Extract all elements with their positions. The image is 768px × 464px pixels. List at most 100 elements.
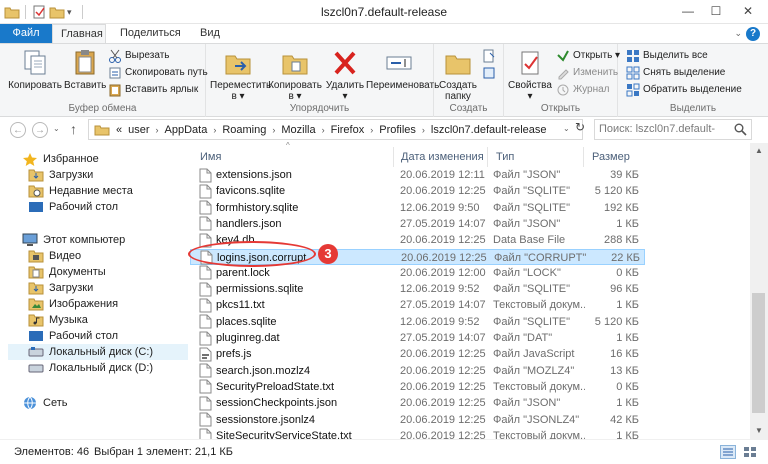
- table-row[interactable]: favicons.sqlite 20.06.2019 12:25 Файл "SQL…: [190, 183, 645, 199]
- sidebar-item-downloads-pc[interactable]: Загрузки: [28, 280, 93, 296]
- sidebar-item-pictures[interactable]: Изображения: [28, 296, 118, 312]
- file-size-cell: 1 КБ: [616, 397, 639, 410]
- tab-view[interactable]: Вид: [192, 24, 228, 44]
- sidebar-item-video[interactable]: Видео: [28, 248, 81, 264]
- ribbon-expand-icon[interactable]: ⌄: [734, 28, 742, 39]
- file-size-cell: 192 КБ: [603, 201, 639, 214]
- column-header-type[interactable]: Тип: [488, 147, 584, 167]
- column-header-date[interactable]: Дата изменения: [393, 147, 488, 167]
- table-row[interactable]: search.json.mozlz4 20.06.2019 12:25 Файл "…: [190, 363, 645, 379]
- breadcrumb-user[interactable]: user: [128, 124, 149, 136]
- properties-button[interactable]: Свойства ▾: [508, 48, 552, 102]
- column-header-size[interactable]: Размер: [584, 147, 646, 167]
- paste-shortcut-button[interactable]: Вставить ярлык: [108, 82, 198, 98]
- large-icons-view-icon[interactable]: [742, 445, 758, 459]
- search-input[interactable]: Поиск: lszcl0n7.default-release: [594, 119, 752, 154]
- select-none-button[interactable]: Снять выделение: [626, 65, 725, 81]
- help-icon[interactable]: ?: [746, 27, 760, 41]
- tab-share[interactable]: Поделиться: [112, 24, 189, 44]
- table-row[interactable]: places.sqlite 12.06.2019 9:52 Файл "SQLITE…: [190, 314, 645, 330]
- table-row[interactable]: extensions.json 20.06.2019 12:11 Файл "JSO…: [190, 167, 645, 183]
- up-button[interactable]: ↑: [70, 121, 77, 137]
- breadcrumb-firefox[interactable]: Firefox: [331, 124, 365, 136]
- recent-locations-chevron-icon[interactable]: ⌄: [53, 124, 60, 133]
- sidebar-item-music[interactable]: Музыка: [28, 312, 88, 328]
- sidebar-item-desktop-pc[interactable]: Рабочий стол: [28, 328, 118, 344]
- copy-path-button[interactable]: Скопировать путь: [108, 65, 208, 81]
- delete-button[interactable]: Удалить ▾: [324, 48, 366, 102]
- sidebar-item-favorites[interactable]: Избранное: [22, 151, 99, 167]
- sidebar-item-label: Рабочий стол: [49, 201, 119, 213]
- move-to-label-1: Переместить: [210, 80, 272, 91]
- breadcrumb-separator[interactable]: ›: [272, 125, 275, 135]
- breadcrumb-separator[interactable]: ›: [370, 125, 373, 135]
- table-row[interactable]: prefs.js 20.06.2019 12:25 Файл JavaScript 1…: [190, 346, 645, 362]
- breadcrumb-overflow[interactable]: «: [116, 124, 122, 136]
- column-header-name[interactable]: Имя: [192, 147, 394, 167]
- breadcrumb-roaming[interactable]: Roaming: [222, 124, 266, 136]
- close-button[interactable]: ✕: [728, 0, 768, 22]
- sidebar-item-disk-c[interactable]: Локальный диск (C:): [8, 344, 188, 360]
- video-folder-icon: [28, 249, 44, 263]
- file-date-cell: 27.05.2019 14:07: [400, 217, 486, 230]
- copy-button[interactable]: Копировать: [8, 48, 62, 91]
- sidebar-item-this-pc[interactable]: Этот компьютер: [22, 232, 125, 248]
- table-row[interactable]: parent.lock 20.06.2019 12:00 Файл "LOCK" 0 …: [190, 265, 645, 281]
- address-bar[interactable]: « user › AppData › Roaming › Mozilla › F…: [88, 119, 583, 140]
- sidebar-item-recent-places[interactable]: Недавние места: [28, 183, 133, 199]
- move-to-button[interactable]: Переместить в ▾: [210, 48, 271, 102]
- breadcrumb-separator[interactable]: ›: [422, 125, 425, 135]
- paste-button[interactable]: Вставить: [64, 48, 106, 91]
- easy-access-button[interactable]: [482, 65, 496, 81]
- open-button[interactable]: Открыть ▾: [556, 48, 620, 64]
- breadcrumb-separator[interactable]: ›: [322, 125, 325, 135]
- breadcrumb-separator[interactable]: ›: [156, 125, 159, 135]
- new-folder-button[interactable]: Создать папку: [438, 48, 478, 102]
- tab-home[interactable]: Главная: [52, 24, 106, 44]
- file-type-cell: Файл "JSONLZ4": [493, 413, 580, 426]
- table-row[interactable]: pkcs11.txt 27.05.2019 14:07 Текстовый доку…: [190, 297, 645, 313]
- sidebar-item-network[interactable]: Сеть: [22, 395, 67, 411]
- address-dropdown-icon[interactable]: ⌄: [563, 124, 570, 133]
- select-all-button[interactable]: Выделить все: [626, 48, 708, 64]
- new-item-button[interactable]: [482, 48, 496, 64]
- table-row[interactable]: sessionCheckpoints.json 20.06.2019 12:25 Ф…: [190, 395, 645, 411]
- scroll-up-button[interactable]: ▲: [750, 143, 768, 159]
- vertical-scrollbar[interactable]: ▲ ▼: [750, 143, 768, 439]
- table-row[interactable]: sessionstore.jsonlz4 20.06.2019 12:25 Файл…: [190, 412, 645, 428]
- copy-to-button[interactable]: Копировать в ▾: [268, 48, 322, 102]
- status-selection: Выбран 1 элемент: 21,1 КБ: [94, 446, 233, 458]
- scroll-thumb[interactable]: [752, 293, 765, 413]
- table-row[interactable]: handlers.json 27.05.2019 14:07 Файл "JSON"…: [190, 216, 645, 232]
- forward-button[interactable]: →: [32, 122, 48, 138]
- refresh-button[interactable]: ↻: [575, 120, 585, 134]
- scroll-down-button[interactable]: ▼: [750, 423, 768, 439]
- table-row[interactable]: formhistory.sqlite 12.06.2019 9:50 Файл "S…: [190, 200, 645, 216]
- sidebar-item-documents[interactable]: Документы: [28, 264, 106, 280]
- breadcrumb-profiles[interactable]: Profiles: [379, 124, 416, 136]
- search-icon[interactable]: [734, 123, 747, 136]
- file-size-cell: 1 КБ: [616, 217, 639, 230]
- file-type-cell: Файл "MOZLZ4": [493, 364, 575, 377]
- cut-button[interactable]: Вырезать: [108, 48, 169, 64]
- table-row[interactable]: pluginreg.dat 27.05.2019 14:07 Файл "DAT" 1…: [190, 330, 645, 346]
- file-name: favicons.sqlite: [216, 185, 286, 198]
- sidebar-item-desktop[interactable]: Рабочий стол: [28, 199, 118, 215]
- tab-file[interactable]: Файл: [0, 24, 52, 44]
- table-row[interactable]: permissions.sqlite 12.06.2019 9:52 Файл "S…: [190, 281, 645, 297]
- breadcrumb-profile-folder[interactable]: lszcl0n7.default-release: [431, 124, 547, 136]
- file-name: pluginreg.dat: [216, 332, 280, 344]
- history-button[interactable]: Журнал: [556, 82, 610, 98]
- breadcrumb-appdata[interactable]: AppData: [165, 124, 208, 136]
- invert-selection-button[interactable]: Обратить выделение: [626, 82, 742, 98]
- edit-button[interactable]: Изменить: [556, 65, 618, 81]
- sidebar-item-downloads[interactable]: Загрузки: [28, 167, 93, 183]
- file-type-cell: Файл "SQLITE": [493, 283, 571, 296]
- breadcrumb-mozilla[interactable]: Mozilla: [281, 124, 315, 136]
- rename-button[interactable]: Переименовать: [366, 48, 439, 91]
- back-button[interactable]: ←: [10, 122, 26, 138]
- breadcrumb-separator[interactable]: ›: [213, 125, 216, 135]
- table-row[interactable]: SecurityPreloadState.txt 20.06.2019 12:25…: [190, 379, 645, 395]
- sidebar-item-disk-d[interactable]: Локальный диск (D:): [28, 360, 153, 376]
- details-view-icon[interactable]: [720, 445, 736, 459]
